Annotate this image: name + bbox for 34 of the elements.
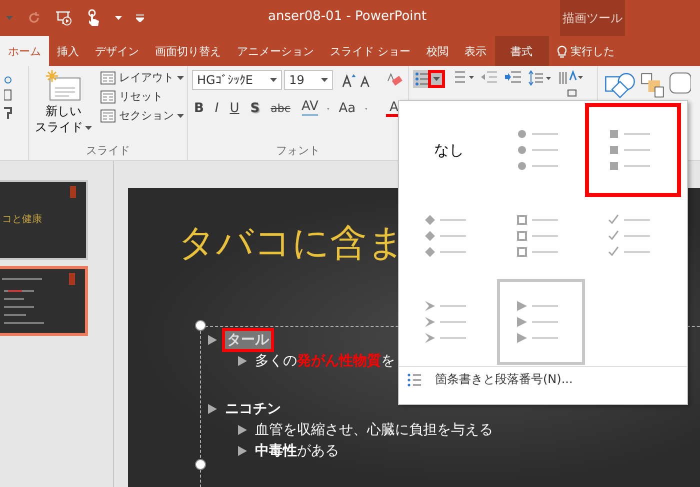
slide-thumbnail[interactable]: コと健康	[0, 180, 88, 260]
contextual-tab-label: 描画ツール	[560, 0, 625, 36]
bullet-text[interactable]: 中毒性がある	[255, 442, 339, 460]
bold-button[interactable]: B	[192, 101, 206, 116]
group-label: スライド	[85, 143, 131, 158]
bullet-text[interactable]: ニコチン	[225, 400, 281, 418]
italic-button[interactable]: I	[212, 101, 221, 116]
ribbon-tab[interactable]: 画面切り替え	[147, 36, 229, 66]
bullets-and-numbering-item[interactable]: 箇条書きと段落番号(N)...	[399, 366, 687, 404]
ribbon-tab[interactable]: 表示	[456, 36, 494, 66]
font-name-field[interactable]: HGｺﾞｼｯｸE	[192, 70, 282, 90]
bullet-text[interactable]: 多くの発がん性物質を	[255, 352, 395, 370]
font-size-field[interactable]: 19	[284, 70, 334, 90]
ribbon-tab[interactable]: スライド ショー	[322, 36, 418, 66]
shadow-button[interactable]: S	[248, 101, 262, 116]
character-spacing-button[interactable]: AV	[299, 100, 320, 117]
group-label: フォント	[275, 143, 321, 158]
underline-button[interactable]: U	[228, 101, 242, 116]
section-button[interactable]: セクション	[100, 108, 184, 123]
ribbon-tab[interactable]: 挿入	[49, 36, 87, 66]
ribbon-tab[interactable]: 校閲	[418, 36, 456, 66]
ribbon-tab[interactable]: デザイン	[87, 36, 147, 66]
ribbon-tab[interactable]: ホーム	[0, 36, 49, 66]
ribbon-tab[interactable]: 書式	[494, 36, 548, 66]
window-title: anser08-01 - PowerPoint	[268, 9, 427, 24]
new-slide-button[interactable]: 新しい スライド	[33, 70, 94, 143]
layout-button[interactable]: レイアウト	[100, 70, 184, 85]
tell-me-field[interactable]: 実行した	[570, 44, 614, 58]
change-case-button[interactable]: Aa	[336, 101, 358, 116]
thumbnail-title: コと健康	[2, 212, 42, 226]
ribbon-tab[interactable]: アニメーション	[229, 36, 322, 66]
reset-button[interactable]: リセット	[100, 89, 184, 104]
bullet-text[interactable]: 血管を収縮させ、心臓に負担を与える	[255, 421, 493, 439]
strikethrough-button[interactable]: abc	[268, 102, 292, 115]
